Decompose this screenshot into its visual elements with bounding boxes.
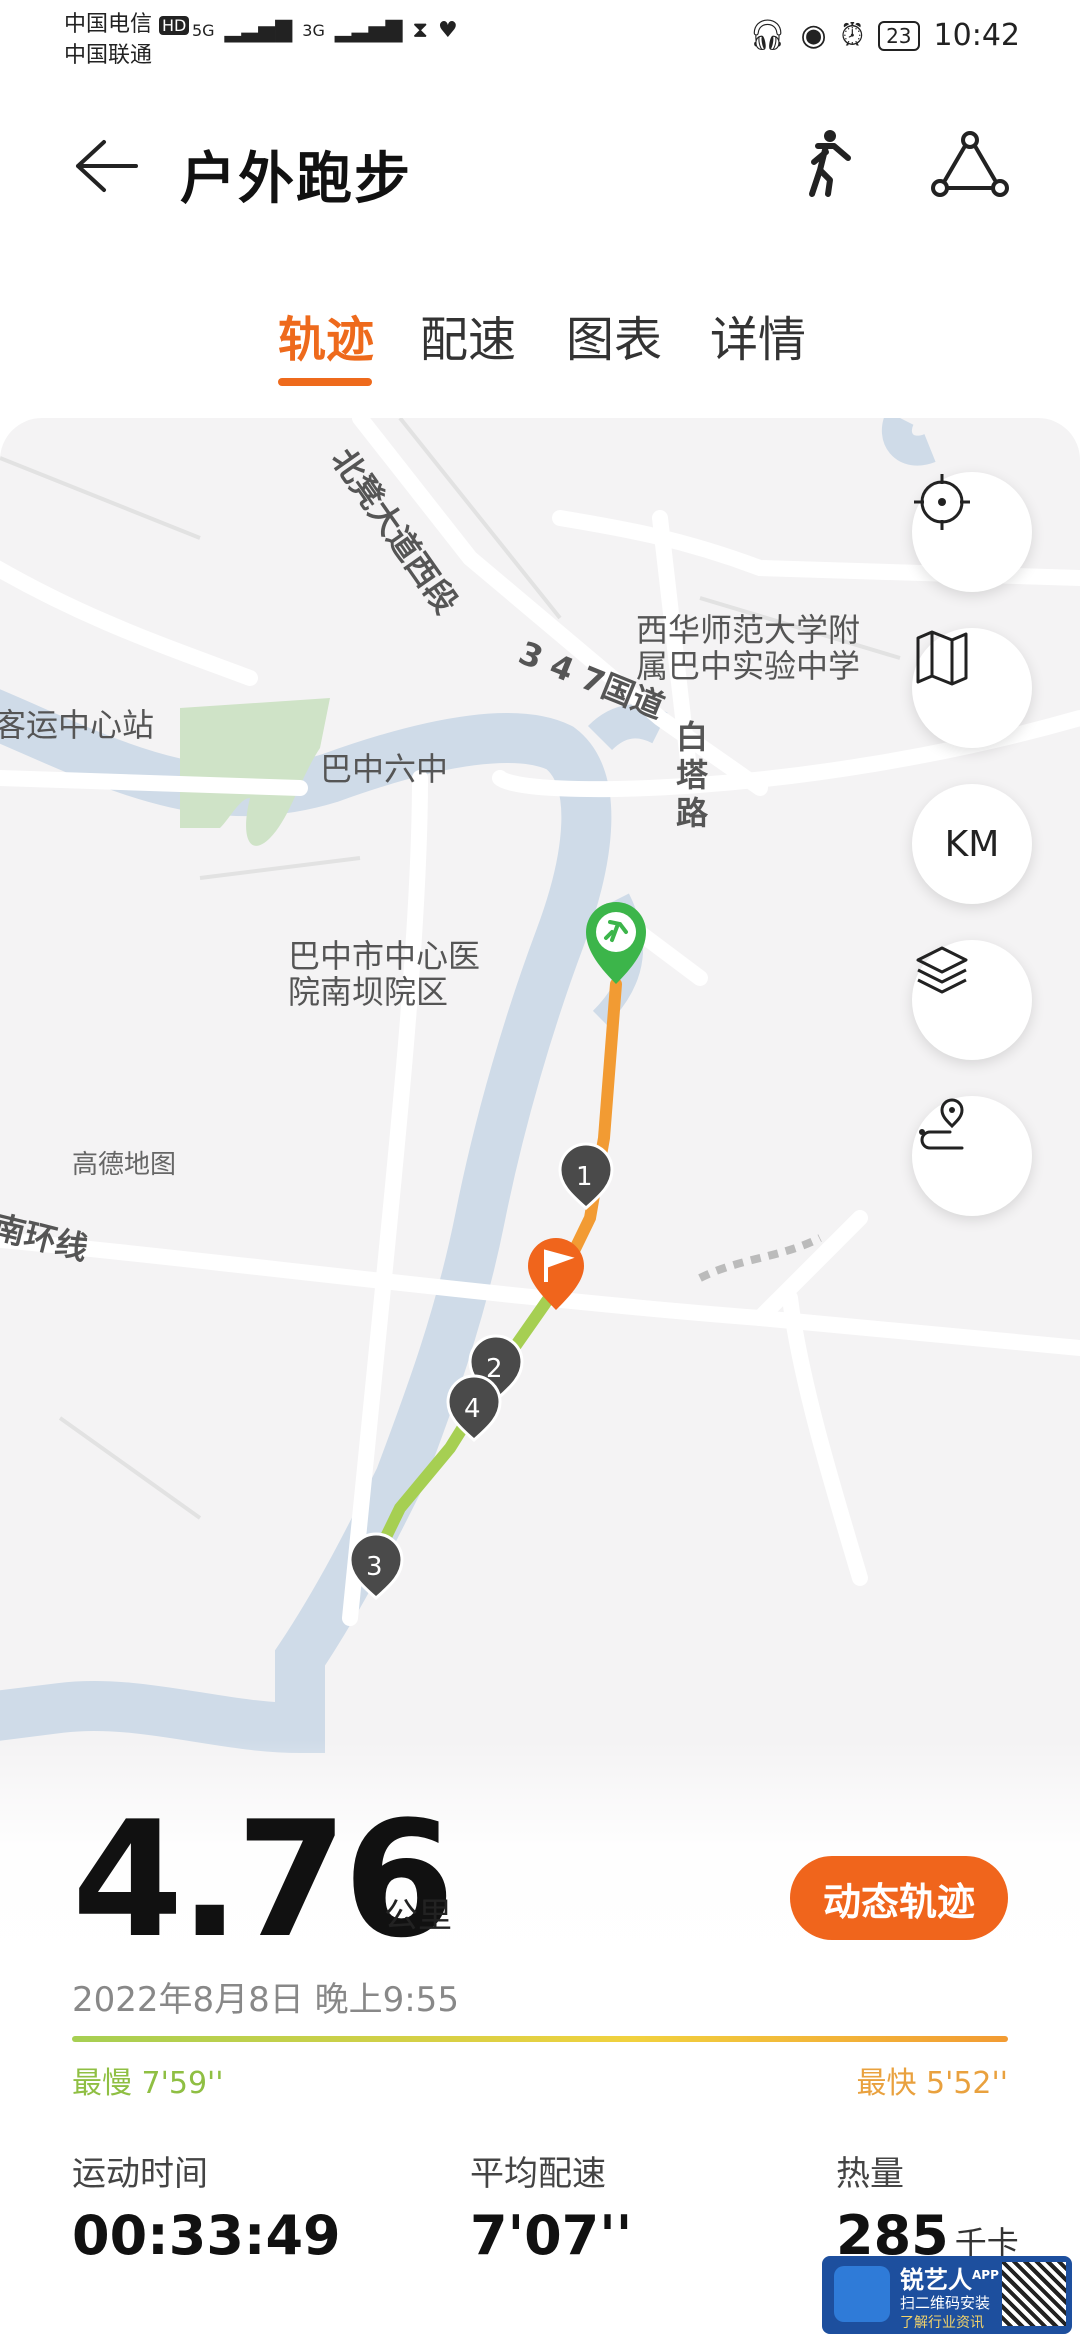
km-marker-2-label: 2 bbox=[486, 1354, 503, 1384]
route-share-button[interactable] bbox=[930, 130, 1010, 200]
locate-button[interactable] bbox=[912, 472, 1032, 592]
distance-unit: 公里 bbox=[384, 1896, 452, 1936]
slowest-pace: 最慢 7'59'' bbox=[72, 2066, 224, 2101]
runner-icon bbox=[809, 130, 851, 197]
watermark-badge: 锐艺人APP 扫二维码安装 了解行业资讯 bbox=[822, 2256, 1072, 2334]
crosshair-icon bbox=[914, 474, 970, 530]
stat-pace-value: 7'07'' bbox=[470, 2204, 633, 2267]
tab-track[interactable]: 轨迹 bbox=[278, 300, 374, 370]
watermark-title: 锐艺人 bbox=[900, 2266, 972, 2294]
route-replay-button[interactable] bbox=[912, 1096, 1032, 1216]
headphones-icon: 🎧︎ bbox=[748, 18, 787, 53]
watermark-logo-icon bbox=[834, 2266, 890, 2322]
pace-gradient-bar bbox=[72, 2036, 1008, 2042]
eye-icon: ◉ bbox=[800, 18, 827, 53]
stat-calories-label: 热量 bbox=[836, 2154, 904, 2194]
map-label-station: 客运中心站 bbox=[0, 706, 155, 744]
stat-duration-value: 00:33:49 bbox=[72, 2204, 341, 2267]
route-nodes-icon bbox=[931, 131, 1009, 197]
layers-icon bbox=[916, 946, 968, 994]
map-label-hospital: 巴中市中心医 院南坝院区 bbox=[288, 937, 481, 1011]
heart-icon: ♥ bbox=[437, 18, 458, 43]
carrier-info: 中国电信 HD 中国联通 bbox=[64, 10, 190, 71]
tab-details[interactable]: 详情 bbox=[710, 300, 806, 370]
back-button[interactable] bbox=[72, 136, 142, 196]
map-icon bbox=[916, 630, 968, 686]
stat-duration-label: 运动时间 bbox=[72, 2154, 208, 2194]
status-right: 🎧︎ ◉ ⏰︎ 23 10:42 bbox=[748, 18, 1020, 53]
map-type-button[interactable] bbox=[912, 628, 1032, 748]
status-bar: 中国电信 HD 中国联通 5G ▂▃▅▇ 3G ▂▃▅▇ ⧗ ♥ 🎧︎ ◉ ⏰︎… bbox=[0, 0, 1080, 80]
fastest-pace: 最快 5'52'' bbox=[856, 2066, 1008, 2101]
qr-code-icon bbox=[1002, 2262, 1066, 2326]
map-label-road-baita: 白塔路 bbox=[676, 718, 709, 832]
signal-icon: ▂▃▅▇ bbox=[224, 18, 293, 43]
dynamic-track-button[interactable]: 动态轨迹 bbox=[790, 1856, 1008, 1940]
stat-pace-label: 平均配速 bbox=[470, 2154, 606, 2194]
km-toggle-button[interactable]: KM bbox=[912, 784, 1032, 904]
map-label-school: 西华师范大学附 属巴中实验中学 bbox=[636, 611, 861, 685]
app-header: 户外跑步 bbox=[0, 100, 1080, 230]
map-attribution: 高德地图 bbox=[72, 1150, 177, 1180]
watermark-line2: 了解行业资讯 bbox=[900, 2315, 984, 2331]
layers-button[interactable] bbox=[912, 940, 1032, 1060]
watermark-line1: 扫二维码安装 bbox=[900, 2294, 991, 2312]
carrier-1: 中国电信 bbox=[64, 12, 153, 37]
map-label-school2: 巴中六中 bbox=[320, 750, 449, 788]
km-marker-1-label: 1 bbox=[576, 1162, 593, 1192]
net-5g-label: 5G bbox=[192, 21, 215, 40]
net-3g-label: 3G bbox=[302, 21, 325, 40]
km-marker-3-label: 3 bbox=[366, 1552, 383, 1582]
network-indicators: 5G ▂▃▅▇ 3G ▂▃▅▇ ⧗ ♥ bbox=[192, 18, 458, 43]
tab-charts[interactable]: 图表 bbox=[566, 300, 662, 370]
signal-icon: ▂▃▅▇ bbox=[334, 18, 403, 43]
page-title: 户外跑步 bbox=[180, 147, 412, 212]
tab-bar: 轨迹 配速 图表 详情 bbox=[0, 300, 1080, 390]
tab-pace[interactable]: 配速 bbox=[420, 300, 516, 370]
back-arrow-icon bbox=[76, 140, 138, 192]
watermark-app: APP bbox=[972, 2268, 999, 2282]
battery-indicator: 23 bbox=[878, 20, 920, 51]
active-tab-indicator bbox=[278, 378, 372, 386]
carrier-2: 中国联通 bbox=[64, 43, 153, 68]
hourglass-icon: ⧗ bbox=[412, 18, 428, 43]
km-marker-4-label: 4 bbox=[464, 1394, 481, 1424]
watermark-name: 锐艺人APP bbox=[900, 2260, 999, 2295]
workout-datetime: 2022年8月8日 晚上9:55 bbox=[72, 1980, 459, 2020]
clock: 10:42 bbox=[933, 18, 1020, 53]
route-pin-icon bbox=[919, 1098, 964, 1150]
alarm-icon: ⏰︎ bbox=[840, 18, 865, 53]
running-posture-button[interactable] bbox=[790, 128, 860, 198]
hd-badge: HD bbox=[159, 16, 190, 35]
